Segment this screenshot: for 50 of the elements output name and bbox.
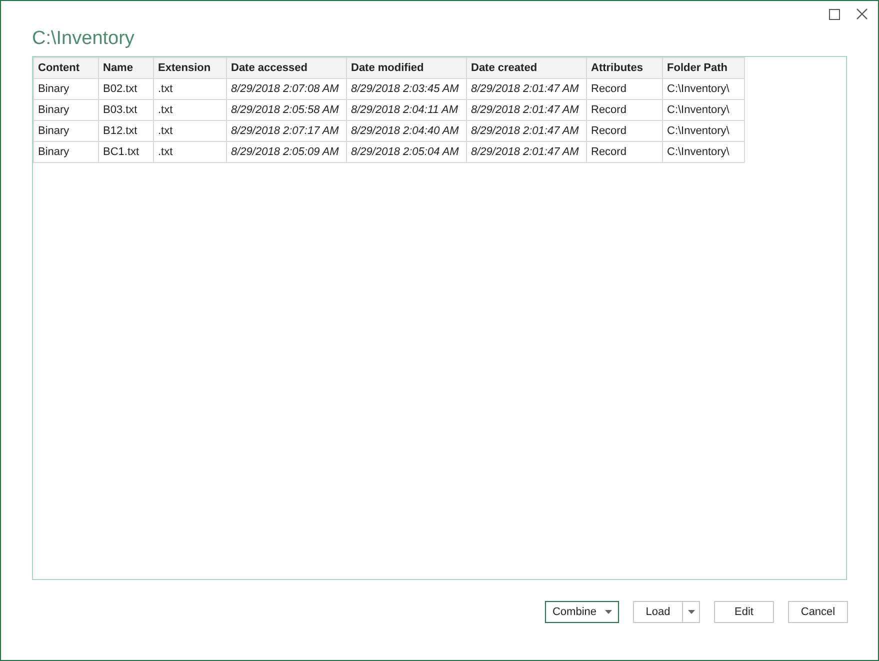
table-cell: Binary [34, 78, 98, 100]
table-cell: Record [586, 100, 662, 120]
table-cell: 8/29/2018 2:01:47 AM [466, 142, 586, 162]
column-header[interactable]: Attributes [586, 58, 662, 78]
table-cell: 8/29/2018 2:05:09 AM [226, 142, 346, 162]
table-cell: B02.txt [98, 78, 154, 100]
column-header[interactable]: Extension [154, 58, 226, 78]
table-cell: 8/29/2018 2:07:17 AM [226, 120, 346, 142]
column-header[interactable]: Date created [466, 58, 586, 78]
table-cell: B03.txt [98, 100, 154, 120]
table-cell: Binary [34, 100, 98, 120]
table-cell: .txt [154, 78, 226, 100]
close-icon[interactable] [856, 8, 868, 20]
table-cell: 8/29/2018 2:05:04 AM [346, 142, 466, 162]
table-cell: .txt [154, 100, 226, 120]
dialog-button[interactable]: Combine [545, 601, 619, 623]
table-cell: 8/29/2018 2:01:47 AM [466, 100, 586, 120]
table-cell: BC1.txt [98, 142, 154, 162]
dropdown-button[interactable] [683, 601, 700, 623]
window-title: C:\Inventory [32, 28, 134, 49]
maximize-icon[interactable] [829, 8, 840, 20]
table-cell: Record [586, 120, 662, 142]
table-cell: Record [586, 78, 662, 100]
table-cell: C:\Inventory\ [662, 142, 744, 162]
table-cell: 8/29/2018 2:01:47 AM [466, 78, 586, 100]
table-cell: C:\Inventory\ [662, 120, 744, 142]
table-cell: .txt [154, 142, 226, 162]
column-header[interactable]: Content [34, 58, 98, 78]
table-cell: Record [586, 142, 662, 162]
column-header[interactable]: Date modified [346, 58, 466, 78]
table-cell: Binary [34, 120, 98, 142]
table-cell: C:\Inventory\ [662, 78, 744, 100]
load-button[interactable]: Load [633, 601, 683, 623]
column-header[interactable]: Folder Path [662, 58, 744, 78]
table-cell: 8/29/2018 2:04:11 AM [346, 100, 466, 120]
column-header[interactable]: Date accessed [226, 58, 346, 78]
table-cell: 8/29/2018 2:03:45 AM [346, 78, 466, 100]
table-cell: 8/29/2018 2:04:40 AM [346, 120, 466, 142]
table-cell: 8/29/2018 2:07:08 AM [226, 78, 346, 100]
table-cell: 8/29/2018 2:05:58 AM [226, 100, 346, 120]
table-cell: .txt [154, 120, 226, 142]
dialog-button[interactable]: Cancel [788, 601, 848, 623]
table-cell: C:\Inventory\ [662, 100, 744, 120]
table-cell: B12.txt [98, 120, 154, 142]
caret-icon [604, 610, 612, 614]
table-cell: Binary [34, 142, 98, 162]
dialog-button[interactable]: Edit [714, 601, 774, 623]
table-cell: 8/29/2018 2:01:47 AM [466, 120, 586, 142]
column-header[interactable]: Name [98, 58, 154, 78]
caret-icon [688, 610, 694, 614]
